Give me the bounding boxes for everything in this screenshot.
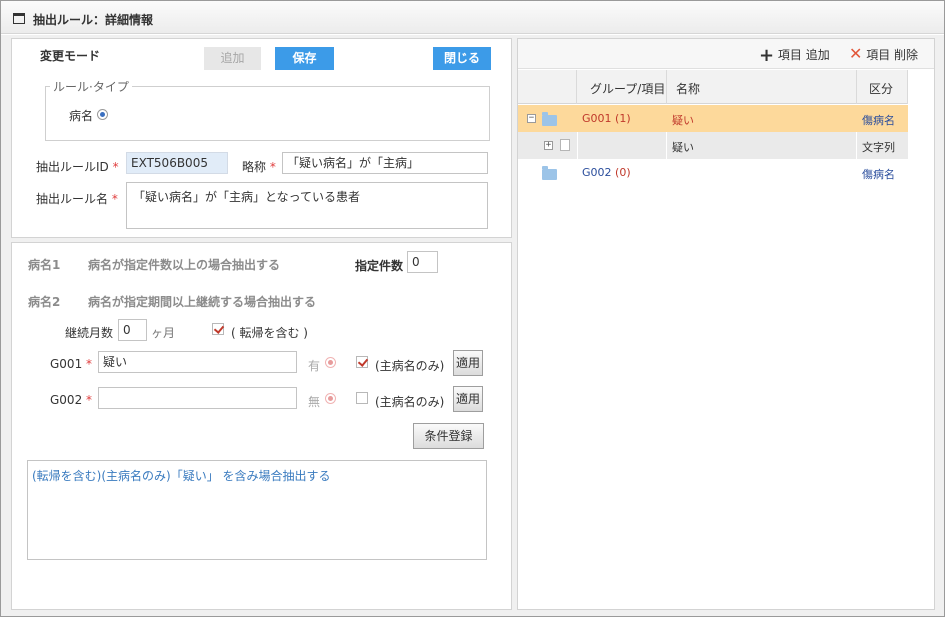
- item-tree-panel: + 項目 追加 ✕ 項目 削除 グループ/項目 名称 区分 − G001 (1)…: [517, 38, 935, 610]
- item-table-header: グループ/項目 名称 区分: [518, 70, 908, 104]
- dialog-body: 変更モード 追加 保存 閉じる ルール·タイプ 病名 抽出ルールID * EXT…: [1, 35, 944, 616]
- g001-radio[interactable]: [325, 357, 336, 368]
- row-group-code: G001: [582, 112, 612, 125]
- column-header-group[interactable]: グループ/項目: [590, 80, 665, 97]
- g002-apply-button[interactable]: 適用: [453, 386, 483, 412]
- close-x-icon: ✕: [849, 44, 863, 63]
- register-condition-button[interactable]: 条件登録: [413, 423, 484, 449]
- g002-flag: 無: [308, 395, 321, 409]
- rule-type-option-label: 病名: [69, 109, 94, 123]
- header-divider: [856, 70, 857, 104]
- delete-item-label: 項目 削除: [866, 48, 919, 62]
- g001-main-label: (主病名のみ): [375, 359, 445, 373]
- row-group-id: G001 (1): [582, 112, 631, 125]
- count-field[interactable]: 0: [407, 251, 438, 273]
- cond1-description: 病名が指定件数以上の場合抽出する: [88, 258, 281, 272]
- required-mark: *: [111, 192, 118, 206]
- window-title: 抽出ルール：詳細情報: [33, 13, 154, 27]
- required-mark: *: [269, 160, 276, 174]
- months-unit: ヶ月: [151, 326, 176, 340]
- rule-id-field[interactable]: EXT506B005: [126, 152, 228, 174]
- cond2-number: 病名2: [28, 295, 61, 309]
- table-row[interactable]: G002 (0) 傷病名: [518, 159, 908, 186]
- folder-icon: [542, 166, 557, 180]
- dialog-window: 抽出ルール：詳細情報 変更モード 追加 保存 閉じる ルール·タイプ 病名 抽出…: [0, 0, 945, 617]
- cond1-number: 病名1: [28, 258, 61, 272]
- g001-apply-button[interactable]: 適用: [453, 350, 483, 376]
- title-bar: 抽出ルール：詳細情報: [1, 1, 944, 34]
- row-divider: [856, 132, 857, 159]
- save-button[interactable]: 保存: [275, 47, 334, 70]
- g001-id: G001: [50, 357, 83, 371]
- rule-name-label-text: 抽出ルール名: [36, 192, 109, 206]
- right-toolbar: + 項目 追加 ✕ 項目 削除: [518, 39, 934, 69]
- row-kind[interactable]: 傷病名: [862, 112, 895, 128]
- add-button[interactable]: 追加: [204, 47, 261, 70]
- months-label: 継続月数: [65, 326, 114, 340]
- row-name: 疑い: [672, 114, 694, 127]
- rule-name-field[interactable]: 「疑い病名」が「主病」となっている患者: [126, 182, 488, 229]
- column-header-name[interactable]: 名称: [676, 80, 700, 97]
- collapse-icon[interactable]: −: [527, 114, 536, 123]
- g001-flag: 有: [308, 359, 321, 373]
- abbr-label: 略称 *: [242, 158, 276, 175]
- header-divider: [666, 70, 667, 104]
- months-field[interactable]: 0: [118, 319, 147, 341]
- expand-icon[interactable]: +: [544, 141, 553, 150]
- g002-main-checkbox[interactable]: [356, 392, 368, 404]
- row-divider: [666, 132, 667, 159]
- g002-radio[interactable]: [325, 393, 336, 404]
- rule-name-label: 抽出ルール名 *: [36, 190, 118, 207]
- cond2-description: 病名が指定期間以上継続する場合抽出する: [88, 295, 317, 309]
- add-item-label: 項目 追加: [777, 48, 830, 62]
- add-item-button[interactable]: + 項目 追加: [759, 45, 830, 66]
- window-icon: [13, 13, 25, 24]
- transfer-label: ( 転帰を含む ): [231, 326, 308, 340]
- table-row[interactable]: − G001 (1) 疑い 傷病名: [518, 105, 908, 132]
- row-kind[interactable]: 傷病名: [862, 166, 895, 182]
- g002-field[interactable]: [98, 387, 297, 409]
- rule-type-radio[interactable]: [97, 109, 108, 120]
- row-divider: [577, 132, 578, 159]
- rule-id-label: 抽出ルールID *: [36, 158, 119, 175]
- header-spacer: [518, 70, 577, 104]
- g002-main-label: (主病名のみ): [375, 395, 445, 409]
- table-row[interactable]: + 疑い 文字列: [518, 132, 908, 159]
- column-header-kind[interactable]: 区分: [869, 80, 893, 97]
- document-icon: [560, 139, 570, 151]
- mode-label: 変更モード: [40, 49, 101, 63]
- row-group-count: (0): [615, 166, 631, 179]
- count-label: 指定件数: [355, 259, 404, 273]
- g001-field[interactable]: 疑い: [98, 351, 297, 373]
- close-button[interactable]: 閉じる: [433, 47, 491, 70]
- plus-icon: +: [759, 45, 775, 66]
- required-mark: *: [112, 160, 119, 174]
- row-kind: 文字列: [862, 141, 895, 154]
- abbr-field[interactable]: 「疑い病名」が「主病」: [282, 152, 488, 174]
- condition-summary[interactable]: (転帰を含む)(主病名のみ)「疑い」 を含み場合抽出する: [27, 460, 487, 560]
- required-mark: *: [86, 357, 93, 371]
- delete-item-button[interactable]: ✕ 項目 削除: [849, 46, 918, 63]
- g002-id: G002: [50, 393, 83, 407]
- required-mark: *: [86, 393, 93, 407]
- row-group-code: G002: [582, 166, 612, 179]
- condition-panel: 病名1 病名が指定件数以上の場合抽出する 指定件数 0 病名2 病名が指定期間以…: [11, 242, 512, 610]
- row-name: 疑い: [672, 141, 694, 154]
- header-divider: [907, 70, 908, 104]
- rule-id-label-text: 抽出ルールID: [36, 160, 109, 174]
- transfer-checkbox[interactable]: [212, 323, 224, 335]
- abbr-label-text: 略称: [242, 160, 267, 174]
- g001-label: G001 *: [50, 357, 92, 371]
- g001-main-checkbox[interactable]: [356, 356, 368, 368]
- row-group-count: (1): [615, 112, 631, 125]
- rule-type-legend: ルール·タイプ: [50, 78, 132, 95]
- g002-label: G002 *: [50, 393, 92, 407]
- row-group-id: G002 (0): [582, 166, 631, 179]
- rule-form-panel: 変更モード 追加 保存 閉じる ルール·タイプ 病名 抽出ルールID * EXT…: [11, 38, 512, 238]
- folder-icon: [542, 112, 557, 126]
